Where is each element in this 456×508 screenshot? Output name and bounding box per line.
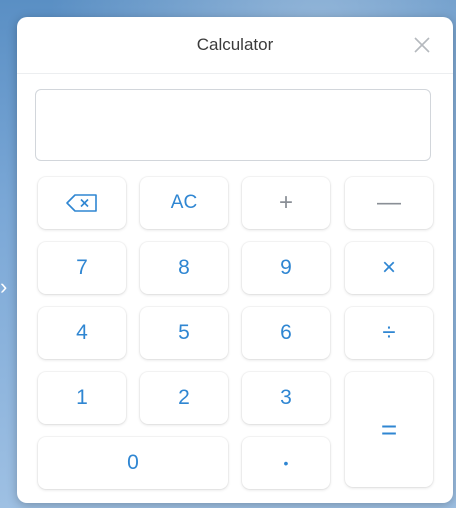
display-field[interactable] [35, 89, 431, 161]
close-icon [414, 37, 430, 53]
window-title: Calculator [196, 35, 274, 54]
digit-0-button[interactable]: 0 [38, 437, 228, 489]
plus-button[interactable]: + [242, 177, 330, 229]
backspace-button[interactable] [38, 177, 126, 229]
multiply-button[interactable]: × [345, 242, 433, 294]
equals-button[interactable]: = [345, 372, 433, 487]
divide-button[interactable]: ÷ [345, 307, 433, 359]
digit-5-button[interactable]: 5 [140, 307, 228, 359]
minus-button[interactable]: — [345, 177, 433, 229]
digit-3-button[interactable]: 3 [242, 372, 330, 424]
title-bar: Calculator [17, 17, 453, 74]
calculator-window: Calculator AC + — 7 8 9 × 4 5 6 ÷ 1 2 3 … [17, 17, 453, 503]
backspace-icon [66, 194, 97, 212]
digit-1-button[interactable]: 1 [38, 372, 126, 424]
decimal-button[interactable]: • [242, 437, 330, 489]
chevron-right-icon: › [0, 274, 8, 299]
close-button[interactable] [411, 34, 433, 56]
digit-6-button[interactable]: 6 [242, 307, 330, 359]
digit-7-button[interactable]: 7 [38, 242, 126, 294]
digit-8-button[interactable]: 8 [140, 242, 228, 294]
digit-2-button[interactable]: 2 [140, 372, 228, 424]
digit-4-button[interactable]: 4 [38, 307, 126, 359]
digit-9-button[interactable]: 9 [242, 242, 330, 294]
clear-button[interactable]: AC [140, 177, 228, 229]
